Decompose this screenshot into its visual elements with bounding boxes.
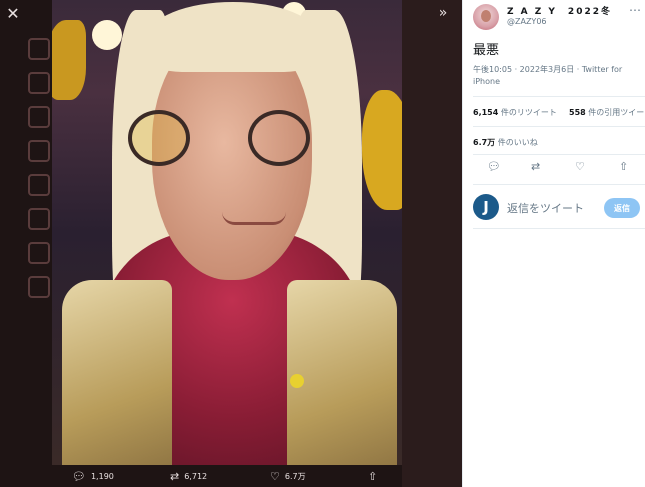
retweet-total: 6,154 xyxy=(473,108,499,117)
messages-icon xyxy=(28,140,50,162)
glasses-lens xyxy=(248,110,310,166)
notifications-icon xyxy=(28,106,50,128)
reply-icon: 💬︎ xyxy=(72,470,86,483)
retweet-icon[interactable]: ⇄ xyxy=(531,160,540,173)
heart-icon: ♡ xyxy=(270,470,280,483)
stage-light xyxy=(92,20,122,50)
retweet-count: 6,712 xyxy=(184,472,208,481)
reply-input[interactable]: 返信をツイート xyxy=(507,200,584,216)
chevron-right-icon: » xyxy=(438,5,448,21)
my-avatar: J xyxy=(473,194,499,220)
media-action-bar: 💬︎ 1,190 ⇄ 6,712 ♡ 6.7万 ⇧ xyxy=(52,466,402,487)
heart-icon[interactable]: ♡ xyxy=(575,160,585,173)
explore-icon xyxy=(28,72,50,94)
divider xyxy=(473,126,645,127)
mouth xyxy=(222,212,286,225)
reply-icon[interactable]: 💬︎ xyxy=(487,160,501,173)
quote-total: 558 xyxy=(569,108,586,117)
divider xyxy=(473,184,645,185)
share-button[interactable]: ⇧ xyxy=(368,470,377,483)
divider xyxy=(473,96,645,97)
jacket xyxy=(287,280,397,465)
jacket xyxy=(62,280,172,465)
retweet-button[interactable]: ⇄ 6,712 xyxy=(170,470,207,483)
retweet-stats[interactable]: 6,154 件のリツイート xyxy=(473,107,557,118)
like-label: 件のいいね xyxy=(497,138,538,147)
like-stats[interactable]: 6.7万 件のいいね xyxy=(473,137,538,148)
tweet-actions: 💬︎ ⇄ ♡ ⇧ xyxy=(473,160,638,180)
background-sidebar xyxy=(402,0,462,487)
quote-stats[interactable]: 558 件の引用ツイート xyxy=(569,107,645,118)
avatar-face xyxy=(481,10,491,22)
tweet-panel: Z A Z Y 2022冬 @ZAZY06 ⋯ 最悪 午後10:05 · 202… xyxy=(462,0,645,487)
close-button[interactable]: ✕ xyxy=(2,2,24,24)
lists-icon xyxy=(28,208,50,230)
close-icon: ✕ xyxy=(6,3,20,23)
reply-submit-button[interactable]: 返信 xyxy=(604,198,640,218)
reply-button[interactable]: 💬︎ 1,190 xyxy=(72,470,114,483)
avatar[interactable] xyxy=(473,4,499,30)
divider xyxy=(473,228,645,229)
gold-decoration xyxy=(362,90,402,210)
hair-top xyxy=(148,2,318,72)
retweet-icon: ⇄ xyxy=(170,470,180,483)
bookmarks-icon xyxy=(28,174,50,196)
tweet-photo[interactable] xyxy=(52,0,402,465)
divider xyxy=(473,154,645,155)
home-icon xyxy=(28,38,50,60)
collapse-panel-button[interactable]: » xyxy=(432,2,454,24)
background-nav xyxy=(0,0,52,487)
retweet-label: 件のリツイート xyxy=(500,108,557,117)
like-count: 6.7万 xyxy=(284,472,306,481)
tweet-timestamp[interactable]: 午後10:05 · 2022年3月6日 · Twitter for iPhone xyxy=(473,64,633,88)
reply-count: 1,190 xyxy=(90,472,114,481)
like-button[interactable]: ♡ 6.7万 xyxy=(270,470,306,483)
more-options-icon[interactable]: ⋯ xyxy=(629,3,641,17)
display-name[interactable]: Z A Z Y 2022冬 xyxy=(507,4,612,17)
tweet-text: 最悪 xyxy=(473,43,500,58)
profile-icon xyxy=(28,242,50,264)
glasses-lens xyxy=(128,110,190,166)
quote-label: 件の引用ツイート xyxy=(588,108,645,117)
gold-decoration xyxy=(52,20,86,100)
more-icon xyxy=(28,276,50,298)
like-total: 6.7万 xyxy=(473,138,496,147)
lapel-mic xyxy=(290,374,304,388)
user-handle[interactable]: @ZAZY06 xyxy=(507,17,547,26)
share-icon: ⇧ xyxy=(368,470,378,483)
share-icon[interactable]: ⇧ xyxy=(619,160,628,173)
